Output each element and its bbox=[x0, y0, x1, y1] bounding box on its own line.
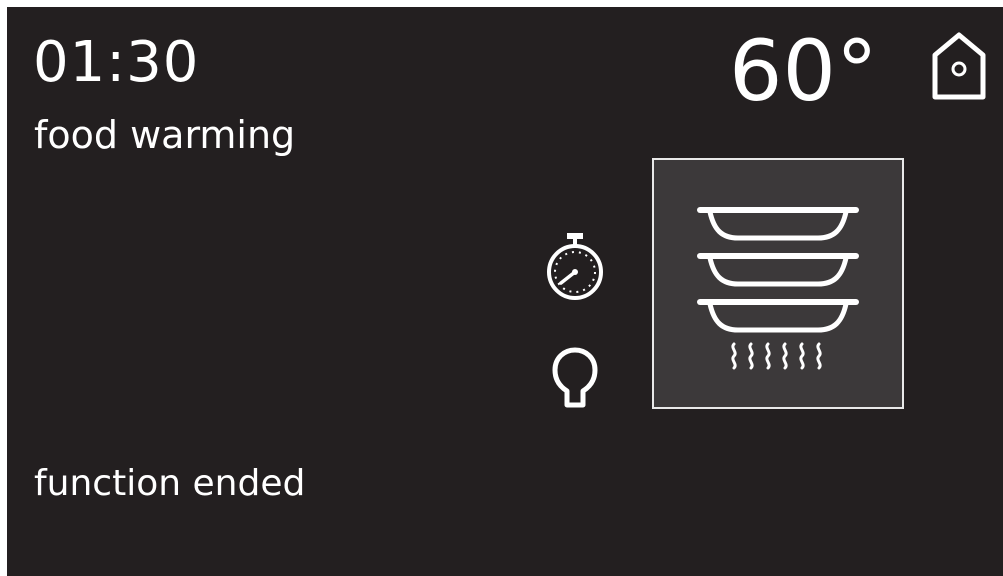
timer-readout: 01:30 bbox=[33, 30, 200, 95]
status-message: function ended bbox=[34, 463, 306, 504]
food-warming-dishes-icon bbox=[697, 207, 859, 370]
home-icon bbox=[932, 32, 986, 100]
timer-icon bbox=[547, 233, 603, 300]
timer-button[interactable] bbox=[543, 231, 607, 303]
temperature-readout[interactable]: 60° bbox=[729, 23, 878, 119]
home-button[interactable] bbox=[927, 29, 991, 101]
light-button[interactable] bbox=[552, 347, 598, 411]
food-warming-mode-tile[interactable] bbox=[652, 158, 904, 409]
light-bulb-icon bbox=[552, 347, 598, 408]
function-name-label: food warming bbox=[34, 113, 296, 157]
oven-display-screen: 01:30 food warming 60° function ended bbox=[7, 7, 1003, 576]
